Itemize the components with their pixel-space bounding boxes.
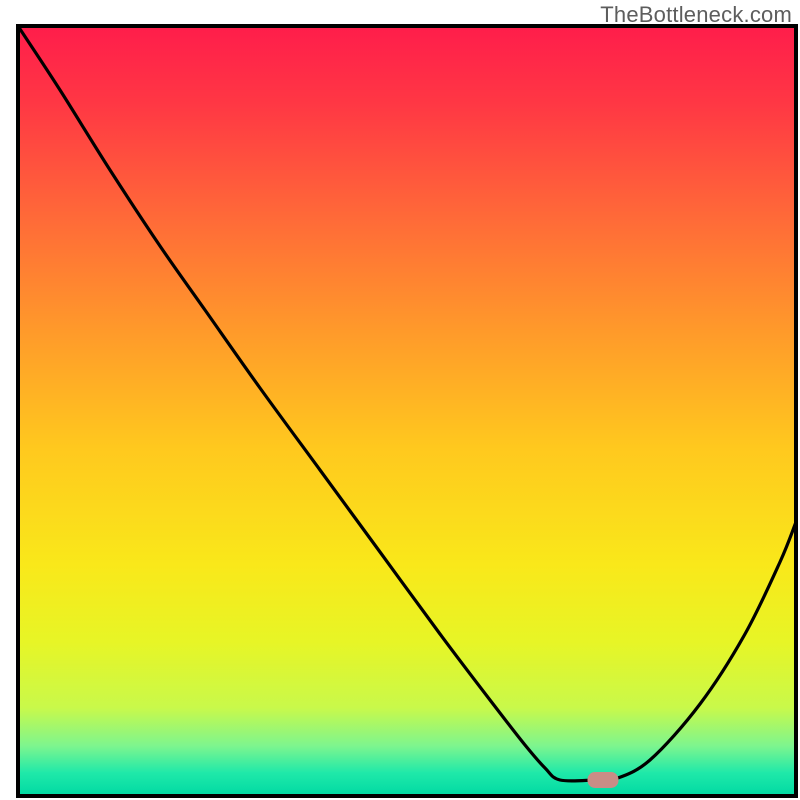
watermark-text: TheBottleneck.com (600, 2, 792, 28)
plot-background (18, 26, 796, 796)
optimal-marker (588, 773, 618, 788)
chart-stage: TheBottleneck.com (0, 0, 800, 800)
chart-svg (0, 0, 800, 800)
